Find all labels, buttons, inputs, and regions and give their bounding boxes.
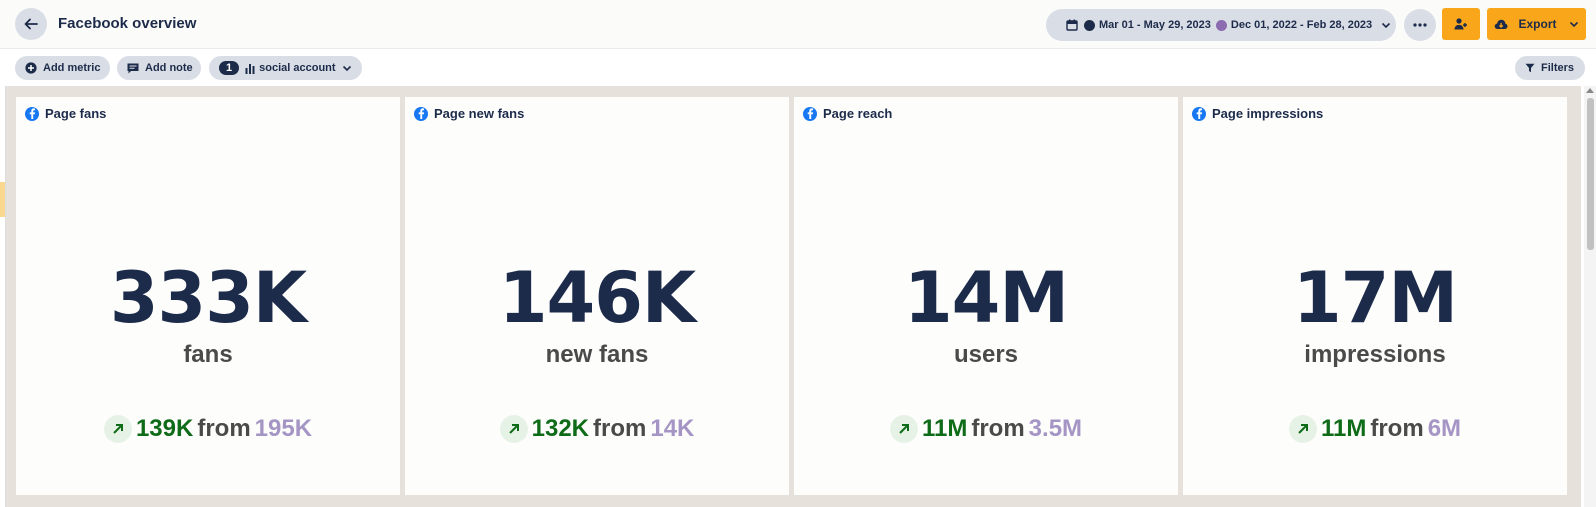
chevron-down-icon xyxy=(1381,20,1391,30)
add-note-button[interactable]: Add note xyxy=(117,56,201,80)
filters-button[interactable]: Filters xyxy=(1515,56,1585,80)
metric-card-page-new-fans[interactable]: Page new fans 146K new fans 132K from 14… xyxy=(405,97,789,495)
metric-unit: new fans xyxy=(545,341,649,368)
filter-icon xyxy=(1525,63,1535,73)
metric-comparison: 139K from 195K xyxy=(16,415,400,443)
trend-up-icon xyxy=(889,415,918,443)
more-options-button[interactable] xyxy=(1404,9,1436,41)
card-title: Page impressions xyxy=(1212,106,1324,121)
vertical-scrollbar[interactable] xyxy=(1584,86,1596,507)
social-account-label: social account xyxy=(259,62,336,74)
metric-value: 14M xyxy=(903,257,1069,339)
card-title: Page reach xyxy=(823,106,893,121)
metric-unit: fans xyxy=(183,341,233,368)
card-header: Page fans xyxy=(25,106,106,121)
previous-date-range: Dec 01, 2022 - Feb 28, 2023 xyxy=(1230,19,1373,31)
back-button[interactable] xyxy=(15,8,47,40)
chevron-down-icon xyxy=(1569,21,1578,28)
export-label: Export xyxy=(1518,17,1557,31)
from-label: from xyxy=(1370,415,1424,442)
add-metric-label: Add metric xyxy=(43,62,101,74)
calendar-icon xyxy=(1066,19,1078,31)
card-title: Page new fans xyxy=(434,106,525,121)
metric-card-page-impressions[interactable]: Page impressions 17M impressions 11M fro… xyxy=(1183,97,1567,495)
previous-period-dot xyxy=(1215,19,1227,31)
trend-up-icon xyxy=(499,415,528,443)
plus-circle-icon xyxy=(25,62,37,74)
current-value: 139K xyxy=(135,415,194,442)
add-note-label: Add note xyxy=(145,62,193,74)
arrow-left-icon xyxy=(24,18,38,30)
metric-card-page-reach[interactable]: Page reach 14M users 11M from 3.5M xyxy=(794,97,1178,495)
metric-value: 146K xyxy=(498,257,696,339)
scroll-up-arrow-icon[interactable] xyxy=(1586,88,1594,93)
date-range-picker[interactable]: Mar 01 - May 29, 2023 Dec 01, 2022 - Feb… xyxy=(1046,9,1396,41)
export-button[interactable]: Export xyxy=(1487,8,1586,40)
chevron-down-icon xyxy=(342,63,352,73)
metric-value: 333K xyxy=(109,257,307,339)
account-count-badge: 1 xyxy=(219,61,240,75)
facebook-icon xyxy=(414,106,428,121)
card-header: Page reach xyxy=(803,106,892,121)
current-date-range: Mar 01 - May 29, 2023 xyxy=(1099,19,1211,31)
metric-comparison: 11M from 3.5M xyxy=(794,415,1178,443)
current-value: 132K xyxy=(531,415,589,442)
metric-unit: impressions xyxy=(1304,341,1446,368)
previous-value: 3.5M xyxy=(1028,415,1083,442)
dashboard-toolbar: Add metric Add note 1 social account Fil… xyxy=(0,50,1596,86)
top-bar: Facebook overview Mar 01 - May 29, 2023 … xyxy=(0,0,1596,49)
card-title: Page fans xyxy=(45,106,107,121)
facebook-icon xyxy=(1192,106,1206,121)
metric-comparison: 132K from 14K xyxy=(405,415,789,443)
note-icon xyxy=(127,63,139,74)
scrollbar-thumb[interactable] xyxy=(1587,98,1594,250)
metric-card-page-fans[interactable]: Page fans 333K fans 139K from 195K xyxy=(16,97,400,495)
from-label: from xyxy=(971,415,1025,442)
card-header: Page impressions xyxy=(1192,106,1323,121)
metric-comparison: 11M from 6M xyxy=(1183,415,1567,443)
add-user-icon xyxy=(1454,18,1467,30)
current-value: 11M xyxy=(1320,415,1367,442)
facebook-icon xyxy=(803,106,817,121)
cloud-download-icon xyxy=(1495,19,1508,29)
facebook-icon xyxy=(25,106,39,121)
current-value: 11M xyxy=(921,415,968,442)
previous-value: 6M xyxy=(1427,415,1462,442)
side-tab[interactable] xyxy=(0,182,5,217)
previous-value: 14K xyxy=(650,415,695,442)
bar-chart-icon xyxy=(245,63,255,74)
share-button[interactable] xyxy=(1442,8,1480,40)
social-account-selector[interactable]: 1 social account xyxy=(209,56,362,80)
card-header: Page new fans xyxy=(414,106,524,121)
add-metric-button[interactable]: Add metric xyxy=(15,56,110,80)
ellipsis-icon xyxy=(1413,23,1427,27)
metric-value: 17M xyxy=(1292,257,1458,339)
trend-up-icon xyxy=(1288,415,1317,443)
current-period-dot xyxy=(1084,19,1095,31)
trend-up-icon xyxy=(103,415,132,443)
metric-unit: users xyxy=(953,341,1019,368)
page-title: Facebook overview xyxy=(58,15,197,32)
filters-label: Filters xyxy=(1541,62,1575,74)
from-label: from xyxy=(197,415,251,442)
previous-value: 195K xyxy=(254,415,313,442)
from-label: from xyxy=(593,415,647,442)
